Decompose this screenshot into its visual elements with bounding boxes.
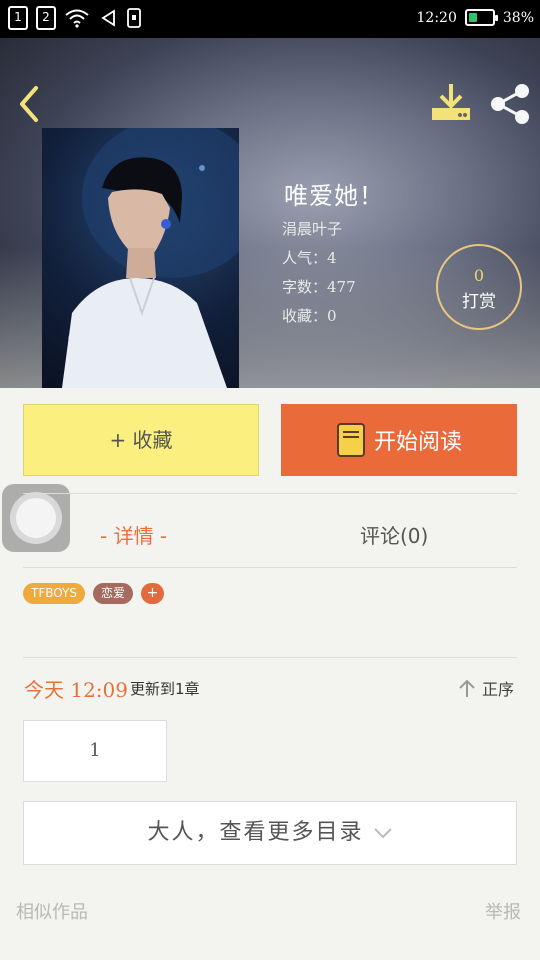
book-word-count: 字数：477 [282,278,356,296]
book-header: 唯爱她！ 涓晨叶子 人气：4 字数：477 收藏：0 0 打赏 [0,38,540,388]
book-favorites: 收藏：0 [282,307,337,325]
divider [23,567,517,568]
divider [23,493,517,494]
tab-comments[interactable]: 评论(0) [360,520,428,549]
sort-toggle[interactable]: 正序 [458,676,514,700]
book-cover-image[interactable] [42,128,239,388]
tag-list: TFBOYS 恋爱 + [23,583,165,604]
more-catalog-button[interactable]: 大人，查看更多目录 [23,801,517,865]
tag-romance[interactable]: 恋爱 [93,583,134,604]
share-icon[interactable] [488,82,532,126]
assistive-touch-button[interactable] [2,484,70,552]
chevron-left-icon[interactable] [14,84,44,124]
assistive-dot [16,498,56,538]
reward-label: 打赏 [462,292,496,312]
book-icon [336,423,365,457]
sim2-icon: 2 [36,6,56,30]
report-link[interactable]: 举报 [485,898,521,924]
start-reading-label: 开始阅读 [373,430,462,455]
cover-portrait [62,128,239,388]
chevron-down-icon [373,828,392,839]
arrow-up-icon [459,679,475,697]
tab-detail[interactable]: - 详情 - [100,520,167,549]
status-bar: 1 2 12:20 38% [0,0,540,38]
reward-count: 0 [473,266,485,285]
book-title: 唯爱她！ [284,182,384,210]
sim1-icon: 1 [8,6,28,30]
similar-works-label: 相似作品 [16,902,88,923]
chapter-item[interactable]: 1 [23,720,167,782]
battery-icon [464,9,498,26]
start-reading-button[interactable]: 开始阅读 [281,404,517,476]
update-time: 今天 12:09 [24,678,128,702]
battery-fill [468,13,477,22]
tag-tfboys[interactable]: TFBOYS [23,583,85,604]
add-favorite-button[interactable]: + 收藏 [23,404,259,476]
clock: 12:20 [416,9,457,26]
status-right: 12:20 38% [417,9,534,26]
reward-button[interactable]: 0 打赏 [436,244,522,330]
book-popularity: 人气：4 [282,249,337,267]
download-icon[interactable] [430,82,472,124]
mute-icon [101,9,115,27]
wifi-icon [65,9,89,28]
more-catalog-label: 大人，查看更多目录 [147,820,364,845]
book-author[interactable]: 涓晨叶子 [282,218,342,239]
add-tag-button[interactable]: + [141,583,165,604]
sim-card-icon [127,8,141,28]
update-text: 更新到1章 [130,680,200,698]
divider [23,657,517,658]
sort-label: 正序 [482,680,515,699]
status-left: 1 2 [8,6,142,30]
battery-percent: 38% [502,9,534,26]
